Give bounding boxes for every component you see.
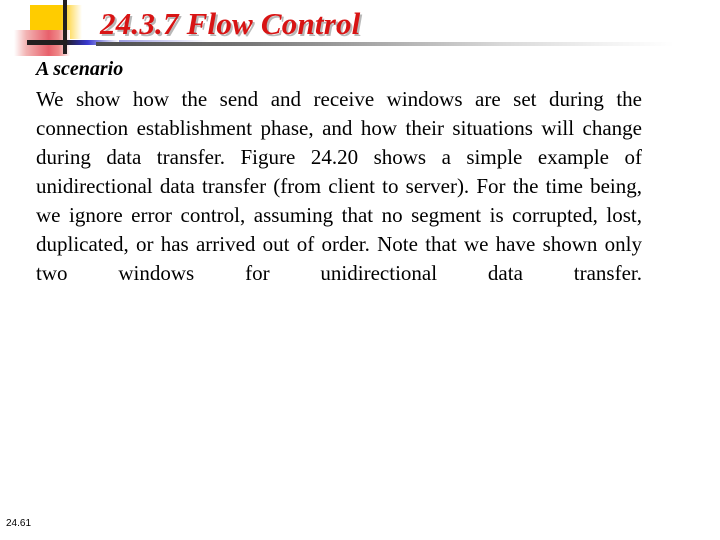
slide-title: 24.3.7 Flow Control (100, 6, 361, 41)
slide-body: A scenario We show how the send and rece… (36, 56, 642, 317)
body-paragraph: We show how the send and receive windows… (36, 87, 642, 285)
scenario-heading: A scenario (36, 58, 124, 80)
slide-canvas: 24.3.7 Flow Control A scenario We show h… (0, 0, 720, 540)
title-underline-rule (96, 42, 674, 46)
footer-page-number: 24.61 (6, 518, 32, 529)
decoration-vertical-line (63, 0, 67, 54)
